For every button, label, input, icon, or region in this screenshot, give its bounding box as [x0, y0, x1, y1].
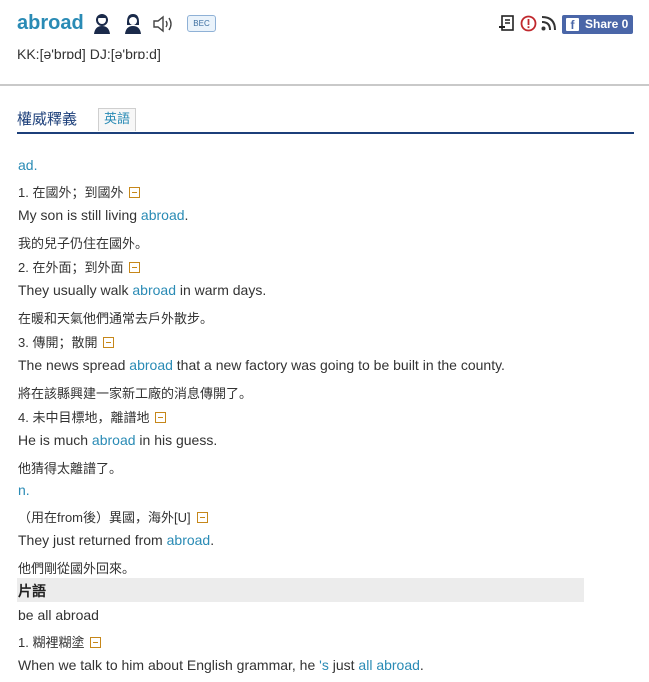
example-en: When we talk to him about English gramma…: [18, 657, 424, 673]
example-text: in his guess.: [135, 432, 218, 448]
phrase-sense-1: 1. 糊裡糊塗: [18, 632, 102, 651]
facebook-share-button[interactable]: f Share 0: [562, 15, 633, 34]
pos-noun: n.: [18, 482, 30, 498]
entry-header: abroad BEC f Share 0 KK:[ə'brɒd] DJ:[ə'b…: [0, 0, 649, 86]
phrase-title: 片語: [18, 584, 46, 600]
example-text: When we talk to him about English gramma…: [18, 657, 320, 673]
collapse-icon[interactable]: [196, 512, 208, 524]
example-text: He is much: [18, 432, 92, 448]
definition-tabs: 權威釋義 英語: [17, 105, 634, 134]
example-zh: 我的兒子仍住在國外。: [18, 236, 149, 251]
phrase: be all abroad: [18, 607, 99, 623]
share-label: Share 0: [585, 17, 629, 31]
word-list-icon[interactable]: [499, 15, 516, 32]
keyword-link[interactable]: 's: [319, 657, 329, 673]
example-zh: 他猜得太離譜了。: [18, 461, 123, 476]
sense-2: 2. 在外面；到外面: [18, 257, 141, 276]
sense-label: 3. 傳開；散開: [18, 335, 98, 350]
headword: abroad: [17, 12, 84, 34]
sense-noun-1: （用在from後）異國，海外[U]: [18, 507, 208, 526]
sense-3: 3. 傳開；散開: [18, 332, 115, 351]
keyword-link[interactable]: abroad: [92, 432, 136, 448]
example-text: .: [184, 207, 189, 223]
keyword-link[interactable]: abroad: [129, 357, 173, 373]
collapse-icon[interactable]: [129, 262, 141, 274]
collapse-icon[interactable]: [129, 187, 141, 199]
sense-label: 2. 在外面；到外面: [18, 260, 124, 275]
example-text: .: [419, 657, 424, 673]
keyword-link[interactable]: abroad: [141, 207, 185, 223]
example-text: in warm days.: [175, 282, 267, 298]
pronunciation: KK:[ə'brɒd] DJ:[ə'brɒ:d]: [17, 46, 161, 62]
example-text: They usually walk: [18, 282, 133, 298]
tab-english[interactable]: 英語: [98, 108, 137, 131]
example-text: My son is still living: [18, 207, 141, 223]
sense-label: （用在from後）異國，海外[U]: [18, 510, 191, 525]
sense-label: 1. 在國外；到國外: [18, 185, 124, 200]
example-zh: 他們剛從國外回來。: [18, 561, 136, 576]
example-text: They just returned from: [18, 532, 167, 548]
example-text: .: [210, 532, 215, 548]
tab-authoritative[interactable]: 權威釋義: [17, 108, 77, 129]
female-voice-icon[interactable]: [123, 13, 143, 35]
report-icon[interactable]: [520, 15, 537, 32]
collapse-icon[interactable]: [155, 412, 167, 424]
example-en: They just returned from abroad.: [18, 532, 214, 548]
example-en: My son is still living abroad.: [18, 207, 188, 223]
sense-4: 4. 未中目標地，離譜地: [18, 407, 167, 426]
keyword-link[interactable]: all abroad: [358, 657, 420, 673]
example-en: He is much abroad in his guess.: [18, 432, 217, 448]
example-text: The news spread: [18, 357, 130, 373]
male-voice-icon[interactable]: [92, 13, 112, 35]
keyword-link[interactable]: abroad: [132, 282, 176, 298]
sense-label: 4. 未中目標地，離譜地: [18, 410, 150, 425]
pos-adverb: ad.: [18, 157, 38, 173]
example-text: just: [328, 657, 359, 673]
example-en: They usually walk abroad in warm days.: [18, 282, 266, 298]
facebook-icon: f: [566, 18, 579, 32]
sense-1: 1. 在國外；到國外: [18, 182, 141, 201]
bec-badge[interactable]: BEC: [187, 15, 216, 32]
sense-label: 1. 糊裡糊塗: [18, 635, 85, 650]
example-zh: 將在該縣興建一家新工廠的消息傳開了。: [18, 386, 253, 401]
keyword-link[interactable]: abroad: [167, 532, 211, 548]
phrase-section-header: 片語: [17, 578, 584, 602]
collapse-icon[interactable]: [103, 337, 115, 349]
rss-icon[interactable]: [541, 16, 556, 31]
example-en: The news spread abroad that a new factor…: [18, 357, 505, 373]
collapse-icon[interactable]: [90, 637, 102, 649]
speaker-icon[interactable]: [153, 15, 175, 33]
example-text: that a new factory was going to be built…: [172, 357, 505, 373]
example-zh: 在暖和天氣他們通常去戶外散步。: [18, 311, 214, 326]
